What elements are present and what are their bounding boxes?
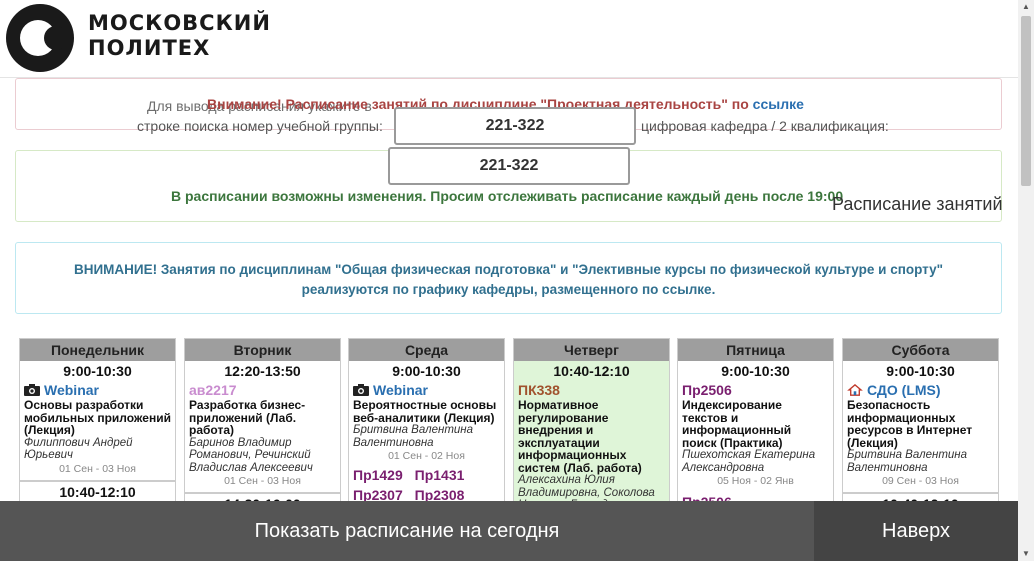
day-column-tuesday: Вторник 12:20-13:50 ав2217 Разработка би… [184, 338, 341, 508]
lesson-subject: Безопасность информационных ресурсов в И… [847, 398, 973, 450]
day-header: Вторник [185, 339, 340, 361]
lesson-room[interactable]: СДО (LMS) [847, 382, 994, 398]
room-link[interactable]: Пр1431 [415, 467, 465, 483]
lesson-subject: Нормативное регулирование внедрения и эк… [518, 398, 642, 475]
schedule-title: Расписание занятий [832, 194, 1003, 214]
lesson-dates: 05 Ноя - 02 Янв [717, 475, 794, 487]
lesson-slot[interactable]: 9:00-10:30 Пр2506 Индексирование текстов… [678, 361, 833, 507]
lesson-dates: 09 Сен - 03 Ноя [882, 475, 959, 487]
day-header: Среда [349, 339, 504, 361]
room-list: Пр1429 Пр1431 Пр2307 Пр2308 [353, 465, 500, 505]
group-search-input[interactable]: 221-322 [394, 107, 636, 145]
lesson-teacher: Филиппович Андрей Юрьевич [24, 436, 133, 462]
lesson-slot[interactable]: 9:00-10:30 Webinar Основы разработки моб… [20, 361, 175, 482]
lesson-teacher: Пшехотская Екатерина Александровна [682, 449, 816, 474]
project-link[interactable]: ссылке [753, 96, 804, 112]
lesson-time: 9:00-10:30 [721, 363, 790, 379]
pe-alert-box: ВНИМАНИЕ! Занятия по дисциплинам "Общая … [15, 242, 1002, 314]
day-header: Понедельник [20, 339, 175, 361]
room-label: Webinar [44, 382, 99, 398]
lesson-time: 9:00-10:30 [63, 363, 132, 379]
scroll-to-top-button[interactable]: Наверх [814, 501, 1018, 561]
lesson-time: 10:40-12:10 [553, 363, 630, 379]
room-label: Webinar [373, 382, 428, 398]
lesson-room[interactable]: Webinar [353, 382, 500, 398]
lesson-time: 12:20-13:50 [224, 363, 301, 379]
lesson-teacher: Бритвина Валентина Валентиновна [353, 424, 474, 449]
lesson-subject: Основы разработки мобильных приложений (… [24, 398, 171, 437]
room-label: СДО (LMS) [867, 382, 941, 398]
site-header: МОСКОВСКИЙ ПОЛИТЕХ [0, 0, 1018, 78]
bottom-bar: Показать расписание на сегодня Наверх [0, 501, 1018, 561]
lesson-time: 9:00-10:30 [392, 363, 461, 379]
next-lesson-time: 10:40-12:10 [59, 483, 136, 500]
lesson-room[interactable]: Webinar [24, 382, 171, 398]
lesson-teacher: Бритвина Валентина Валентиновна [847, 449, 968, 474]
lesson-dates: 01 Сен - 02 Ноя [388, 450, 465, 462]
search-hint-line-2: строке поиска номер учебной группы: [137, 118, 383, 134]
day-column-monday: Понедельник 9:00-10:30 Webinar Основы ра… [19, 338, 176, 508]
changes-alert-text: В расписании возможны изменения. Просим … [171, 188, 844, 204]
logo-text[interactable]: МОСКОВСКИЙ ПОЛИТЕХ [88, 11, 271, 61]
chevron-up-icon[interactable]: ▲ [1018, 0, 1034, 14]
page-scrollbar[interactable]: ▲ ▼ [1018, 0, 1034, 561]
lesson-slot[interactable]: 9:00-10:30 СДО (LMS) Безопасность информ… [843, 361, 998, 494]
day-header: Суббота [843, 339, 998, 361]
page: МОСКОВСКИЙ ПОЛИТЕХ ВНИМАНИЕ! Занятия по … [0, 0, 1034, 561]
lesson-slot[interactable]: 9:00-10:30 Webinar Вероятностные основы … [349, 361, 504, 507]
day-header: Пятница [678, 339, 833, 361]
lesson-room[interactable]: ав2217 [189, 382, 336, 398]
search-hint-line-3: цифровая кафедра / 2 квалификация: [641, 118, 889, 134]
lesson-teacher: Баринов Владимир Романович, Речинский Вл… [189, 436, 313, 474]
room-link[interactable]: Пр1429 [353, 467, 403, 483]
lesson-time: 9:00-10:30 [886, 363, 955, 379]
lesson-subject: Индексирование текстов и информационный … [682, 398, 792, 450]
lesson-subject: Вероятностные основы веб-аналитики (Лекц… [353, 398, 497, 425]
home-icon [847, 384, 863, 396]
day-header: Четверг [514, 339, 669, 361]
qualification-group-input[interactable]: 221-322 [388, 147, 630, 185]
show-today-button[interactable]: Показать расписание на сегодня [0, 501, 814, 561]
day-column-wednesday: Среда 9:00-10:30 Webinar Вероятностные о… [348, 338, 505, 508]
scrollbar-thumb[interactable] [1021, 16, 1031, 186]
day-column-friday: Пятница 9:00-10:30 Пр2506 Индексирование… [677, 338, 834, 508]
day-column-thursday: Четверг 10:40-12:10 ПК338 Нормативное ре… [513, 338, 670, 508]
lesson-subject: Разработка бизнес-приложений (Лаб. работ… [189, 398, 306, 437]
lesson-slot[interactable]: 12:20-13:50 ав2217 Разработка бизнес-при… [185, 361, 340, 494]
chevron-down-icon[interactable]: ▼ [1018, 547, 1034, 561]
logo-line-1: МОСКОВСКИЙ [88, 11, 271, 35]
camera-icon [353, 384, 369, 396]
camera-icon [24, 384, 40, 396]
lesson-slot[interactable]: 10:40-12:10 ПК338 Нормативное регулирова… [514, 361, 669, 507]
lesson-dates: 01 Сен - 03 Ноя [59, 462, 136, 475]
pe-alert-line-1: ВНИМАНИЕ! Занятия по дисциплинам "Общая … [73, 262, 944, 277]
logo-icon[interactable] [6, 4, 74, 72]
lesson-room[interactable]: Пр2506 [682, 382, 829, 398]
pe-alert-line-2: реализуются по графику кафедры, размещен… [301, 282, 716, 297]
logo-line-2: ПОЛИТЕХ [88, 36, 211, 60]
day-column-saturday: Суббота 9:00-10:30 СДО (LMS) Безопасност… [842, 338, 999, 508]
lesson-room[interactable]: ПК338 [518, 382, 665, 398]
lesson-dates: 01 Сен - 03 Ноя [224, 475, 301, 487]
